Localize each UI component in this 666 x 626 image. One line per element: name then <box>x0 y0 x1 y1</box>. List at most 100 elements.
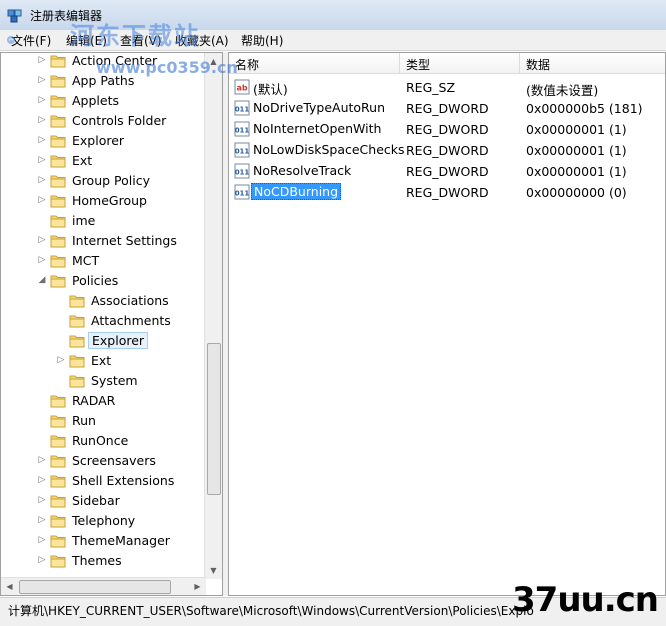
tree-item[interactable]: ▷ Explorer <box>1 131 204 151</box>
expand-arrow-icon[interactable]: ▷ <box>37 115 47 125</box>
value-name: NoCDBurning <box>251 183 342 200</box>
folder-icon <box>69 375 85 388</box>
value-row[interactable]: 011 NoDriveTypeAutoRun REG_DWORD 0x000000b5… <box>229 98 665 119</box>
tree-item[interactable]: ▷ Internet Settings <box>1 231 204 251</box>
tree-item[interactable]: ime <box>1 211 204 231</box>
expand-arrow-icon[interactable]: ▷ <box>37 495 47 505</box>
tree-item[interactable]: ▷ HomeGroup <box>1 191 204 211</box>
watermark-site-url: www.pc0359.cn <box>96 58 238 77</box>
dword-value-icon: 011 <box>234 121 250 137</box>
folder-icon <box>50 115 66 128</box>
scroll-down-icon[interactable]: ▼ <box>205 562 222 579</box>
dword-value-icon: 011 <box>234 163 250 179</box>
tree-item[interactable]: Run <box>1 411 204 431</box>
scroll-thumb-horizontal[interactable] <box>19 580 171 594</box>
tree-item[interactable]: RADAR <box>1 391 204 411</box>
svg-text:011: 011 <box>235 190 250 198</box>
tree-item[interactable]: ▷ Screensavers <box>1 451 204 471</box>
folder-icon <box>50 155 66 168</box>
folder-icon <box>50 475 66 488</box>
tree-item[interactable]: ▷ Controls Folder <box>1 111 204 131</box>
value-data: 0x00000000 (0) <box>526 185 627 200</box>
tree-item[interactable]: ▷ Themes <box>1 551 204 571</box>
svg-text:011: 011 <box>235 106 250 114</box>
tree-item-label: Associations <box>91 293 169 308</box>
folder-icon <box>50 435 66 448</box>
tree-item[interactable]: ◢ Policies <box>1 271 204 291</box>
expand-arrow-icon[interactable]: ▷ <box>37 255 47 265</box>
expand-arrow-icon[interactable]: ▷ <box>37 555 47 565</box>
folder-icon <box>50 135 66 148</box>
expand-arrow-icon[interactable]: ▷ <box>56 355 66 365</box>
expand-arrow-icon[interactable]: ▷ <box>37 515 47 525</box>
tree-item-label: Internet Settings <box>72 233 177 248</box>
value-row[interactable]: ab (默认) REG_SZ (数值未设置) <box>229 77 665 98</box>
tree-item[interactable]: Associations <box>1 291 204 311</box>
tree-item-label: Run <box>72 413 96 428</box>
dword-value-icon: 011 <box>234 142 250 158</box>
tree-item-label: HomeGroup <box>72 193 147 208</box>
tree-item-label: Policies <box>72 273 119 288</box>
expand-arrow-icon[interactable]: ▷ <box>37 75 47 85</box>
watermark-corner: 37uu.cn <box>512 580 659 620</box>
expand-arrow-icon[interactable]: ▷ <box>37 155 47 165</box>
expand-arrow-icon[interactable]: ▷ <box>37 235 47 245</box>
value-row[interactable]: 011 NoInternetOpenWith REG_DWORD 0x00000001… <box>229 119 665 140</box>
tree-item[interactable]: ▷ ThemeManager <box>1 531 204 551</box>
value-type: REG_DWORD <box>406 122 489 137</box>
scroll-thumb[interactable] <box>207 343 221 495</box>
tree-item-label: System <box>91 373 138 388</box>
scroll-right-icon[interactable]: ▶ <box>189 578 206 595</box>
expand-arrow-icon[interactable]: ◢ <box>37 275 47 285</box>
value-row[interactable]: 011 NoResolveTrack REG_DWORD 0x00000001 (1) <box>229 161 665 182</box>
tree-vertical-scrollbar[interactable]: ▲ ▼ <box>204 53 222 579</box>
tree-item[interactable]: ▷ Ext <box>1 151 204 171</box>
key-tree[interactable]: ▷ Themes ▷ ThemeManager ▷ Telephony ▷ Sidebar ▷ S… <box>0 52 223 596</box>
tree-item[interactable]: ▷ Sidebar <box>1 491 204 511</box>
value-data: 0x00000001 (1) <box>526 122 627 137</box>
tree-horizontal-scrollbar[interactable]: ◀ ▶ <box>1 577 206 595</box>
column-type-header[interactable]: 类型 <box>406 56 430 73</box>
tree-item[interactable]: ▷ Applets <box>1 91 204 111</box>
tree-item[interactable]: ▷ Ext <box>1 351 204 371</box>
expand-arrow-icon[interactable]: ▷ <box>37 195 47 205</box>
menu-help[interactable]: 帮助(H) <box>238 32 286 49</box>
value-type: REG_DWORD <box>406 185 489 200</box>
tree-item-label: Themes <box>72 553 122 568</box>
tree-item[interactable]: ▷ Shell Extensions <box>1 471 204 491</box>
expand-arrow-icon[interactable]: ▷ <box>37 475 47 485</box>
tree-item-label: Telephony <box>72 513 136 528</box>
expand-arrow-icon[interactable]: ▷ <box>37 535 47 545</box>
expand-arrow-icon[interactable]: ▷ <box>37 135 47 145</box>
tree-item-label: Explorer <box>88 332 149 349</box>
tree-item[interactable]: System <box>1 371 204 391</box>
value-name: NoResolveTrack <box>253 163 352 178</box>
value-list[interactable]: 名称 类型 数据 ab (默认) REG_SZ (数值未设置) 011 NoDriveTy… <box>228 52 666 596</box>
expand-arrow-icon[interactable]: ▷ <box>37 95 47 105</box>
tree-item[interactable]: Explorer <box>1 331 204 351</box>
folder-icon <box>69 355 85 368</box>
value-row[interactable]: 011 NoCDBurning REG_DWORD 0x00000000 (0) <box>229 182 665 203</box>
expand-arrow-icon[interactable]: ▷ <box>37 175 47 185</box>
tree-item[interactable]: ▷ Group Policy <box>1 171 204 191</box>
column-data-header[interactable]: 数据 <box>526 56 550 73</box>
scroll-left-icon[interactable]: ◀ <box>1 578 18 595</box>
expand-arrow-icon[interactable]: ▷ <box>37 455 47 465</box>
tree-item[interactable]: ▷ Telephony <box>1 511 204 531</box>
tree-item[interactable]: Attachments <box>1 311 204 331</box>
folder-icon <box>50 215 66 228</box>
tree-item-label: Shell Extensions <box>72 473 175 488</box>
folder-icon <box>50 535 66 548</box>
tree-item[interactable]: ▷ MCT <box>1 251 204 271</box>
value-row[interactable]: 011 NoLowDiskSpaceChecks REG_DWORD 0x000000… <box>229 140 665 161</box>
tree-item-label: Ext <box>72 153 93 168</box>
tree-item-label: Applets <box>72 93 119 108</box>
watermark-site-name: 河东下载站 <box>70 22 200 50</box>
tree-item[interactable]: RunOnce <box>1 431 204 451</box>
tree-item-label: Controls Folder <box>72 113 167 128</box>
tree-item-label: ThemeManager <box>72 533 170 548</box>
column-name-header[interactable]: 名称 <box>235 56 259 73</box>
